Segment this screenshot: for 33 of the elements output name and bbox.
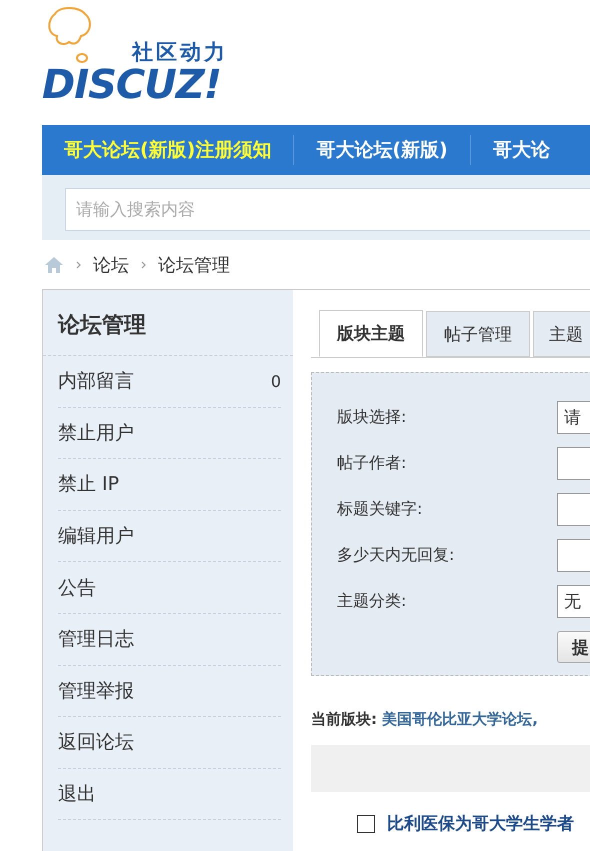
sidebar-title: 论坛管理 [43, 290, 293, 356]
nav-link[interactable]: 哥大论坛(新版)注册须知 [64, 137, 272, 163]
field-label: 标题关键字: [337, 498, 424, 520]
sidebar-item[interactable]: 返回论坛 [58, 717, 281, 769]
sidebar-item[interactable]: 管理日志 [58, 614, 281, 666]
sidebar-item[interactable]: 编辑用户 [58, 510, 281, 562]
tab[interactable]: 版块主题 [319, 310, 423, 357]
field-label: 多少天内无回复: [337, 544, 456, 566]
field-label: 主题分类: [337, 590, 408, 612]
tab[interactable]: 主题 [533, 311, 590, 357]
field-label: 帖子作者: [337, 452, 408, 474]
chevron-icon [76, 260, 81, 268]
checkbox[interactable] [357, 814, 375, 832]
sidebar-item[interactable]: 公告 [58, 562, 281, 614]
submit-button[interactable]: 提 [557, 631, 590, 663]
dropdown[interactable]: 无 [557, 584, 590, 618]
dropdown[interactable]: 请 [557, 400, 590, 434]
nav-link[interactable]: 哥大论 [492, 137, 550, 163]
sidebar-item[interactable]: 管理举报 [58, 666, 281, 718]
home-icon[interactable] [44, 256, 64, 274]
search-field[interactable]: 请输入搜索内容 [65, 188, 590, 231]
tab[interactable]: 帖子管理 [426, 311, 530, 357]
sidebar-item[interactable]: 内部留言 0 [58, 356, 281, 408]
thread-title[interactable]: 比利医保为哥大学生学者 [387, 812, 574, 835]
breadcrumb-link[interactable]: 论坛管理 [158, 252, 230, 276]
sidebar-item[interactable]: 禁止 IP [58, 459, 281, 511]
current-board: 当前版块: 美国哥伦比亚大学论坛, [311, 710, 539, 729]
nav-link[interactable]: 哥大论坛(新版) [316, 137, 448, 163]
sidebar-item[interactable]: 禁止用户 [58, 408, 281, 460]
breadcrumb-link[interactable]: 论坛 [93, 252, 129, 276]
chevron-icon [141, 260, 146, 268]
field-label: 版块选择: [337, 406, 408, 428]
sidebar-item[interactable]: 退出 [58, 768, 281, 820]
